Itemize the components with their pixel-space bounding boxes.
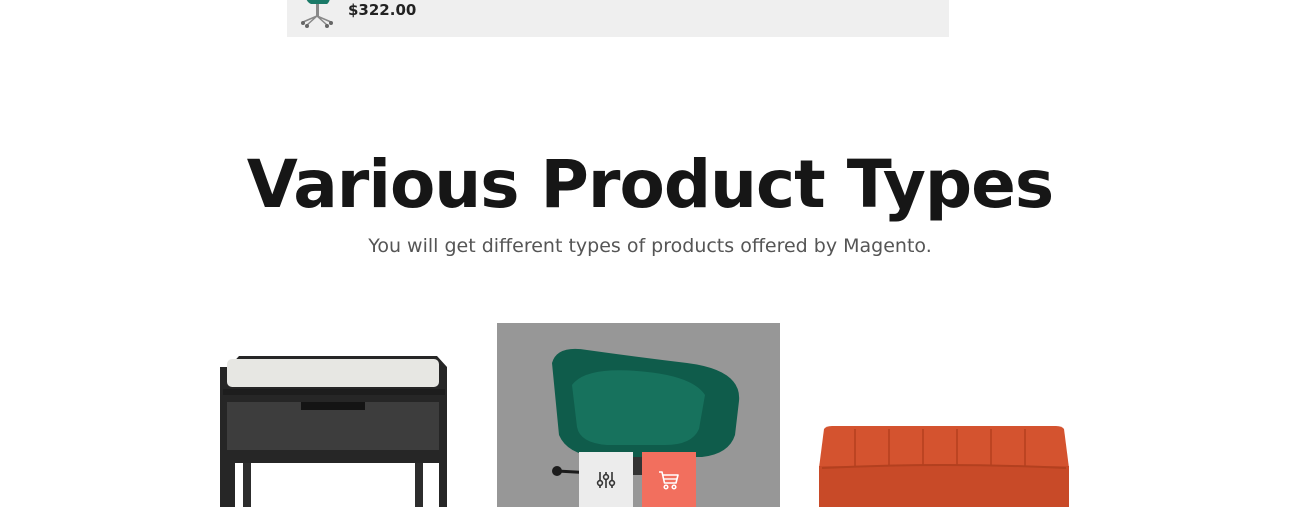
product-card-orange-sofa[interactable] xyxy=(810,323,1078,507)
office-chair-thumbnail[interactable] xyxy=(297,0,337,28)
green-chair-image[interactable] xyxy=(497,323,780,507)
add-to-cart-button[interactable] xyxy=(642,452,696,507)
section-subtitle: You will get different types of products… xyxy=(368,235,932,257)
orange-sofa-image[interactable] xyxy=(810,323,1078,507)
mini-cart-price: $322.00 xyxy=(348,1,417,19)
product-card-nightstand[interactable] xyxy=(209,323,455,507)
product-card-green-chair[interactable] xyxy=(497,323,780,507)
cart-icon xyxy=(659,470,679,490)
compare-icon xyxy=(596,471,616,488)
compare-button[interactable] xyxy=(579,452,633,507)
nightstand-image[interactable] xyxy=(209,323,455,507)
section-title: Various Product Types xyxy=(246,146,1054,223)
